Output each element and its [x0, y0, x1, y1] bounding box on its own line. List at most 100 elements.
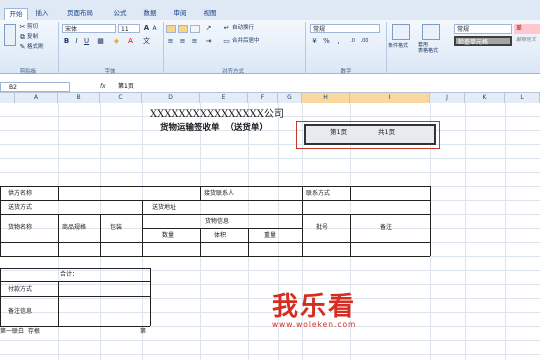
select-all-corner[interactable] [0, 93, 15, 103]
tab-page-layout[interactable]: 页面布局 [60, 8, 100, 19]
font-name-select[interactable]: 宋体 [62, 24, 116, 33]
page-number: 第1页 [330, 128, 348, 136]
label-delivery-method: 送货方式 [8, 204, 33, 211]
bold-button[interactable]: B [62, 37, 71, 46]
selected-page-cell[interactable] [304, 124, 436, 145]
increase-decimal-icon[interactable]: .0 [348, 37, 357, 46]
tab-review[interactable]: 审阅 [168, 8, 192, 19]
gridline [465, 103, 466, 360]
column-header-l[interactable]: L [505, 93, 540, 103]
form-border [430, 186, 431, 256]
align-middle-icon[interactable] [178, 25, 188, 33]
tab-home[interactable]: 开始 [4, 8, 28, 20]
label-goods-info: 货物信息 [205, 218, 230, 225]
conditional-format-button[interactable]: 条件格式 [388, 42, 408, 50]
align-left-icon[interactable]: ≡ [166, 37, 175, 46]
border-icon[interactable]: ▦ [96, 37, 105, 46]
form-border [200, 228, 201, 256]
form-border [350, 214, 351, 256]
shrink-font-button[interactable]: A [150, 24, 159, 33]
tab-data[interactable]: 数据 [138, 8, 162, 19]
form-border [0, 242, 430, 243]
column-header-k[interactable]: K [465, 93, 505, 103]
wrap-text-button[interactable]: 自动换行 [232, 24, 254, 32]
paste-icon[interactable] [4, 24, 16, 46]
format-as-table-button[interactable]: 套用 表格格式 [418, 42, 448, 54]
column-header-d[interactable]: D [142, 93, 200, 103]
phonetic-button[interactable]: 文 [142, 37, 151, 46]
font-color-icon[interactable]: A [126, 37, 135, 46]
align-center-icon[interactable]: ≡ [178, 37, 187, 46]
watermark-logo: 我乐看 [272, 292, 357, 322]
merge-icon[interactable]: ▭ [222, 37, 231, 46]
document-title: 货物运输签收单 （送货单） [160, 123, 268, 133]
wrap-text-icon[interactable]: ↵ [222, 24, 231, 33]
format-painter-button[interactable]: 格式刷 [27, 43, 44, 51]
label-delivery-address: 送货地址 [152, 204, 177, 211]
label-total: 合计： [60, 271, 79, 278]
number-format-select[interactable]: 常规 [310, 24, 380, 33]
style-explanatory[interactable]: 解释性文 [514, 36, 540, 46]
company-name: XXXXXXXXXXXXXXXX公司 [150, 109, 284, 120]
label-spec: 商品规格 [62, 224, 87, 231]
label-volume: 体积 [214, 232, 227, 239]
style-normal[interactable]: 常规 [454, 24, 512, 34]
group-label-font: 字体 [104, 69, 116, 75]
copy-button[interactable]: 复制 [27, 33, 38, 41]
column-header-f[interactable]: F [248, 93, 278, 103]
fill-color-icon[interactable]: ◈ [112, 37, 121, 46]
form-border [0, 281, 150, 282]
column-header-b[interactable]: B [58, 93, 100, 103]
conditional-format-icon[interactable] [392, 24, 410, 40]
italic-button[interactable]: I [72, 37, 81, 46]
formula-input[interactable]: 第1页 [118, 82, 134, 92]
ribbon-separator [58, 22, 59, 74]
form-border [0, 296, 150, 297]
align-top-icon[interactable] [166, 25, 176, 33]
label-contact: 接货联系人 [204, 190, 235, 197]
form-border [302, 186, 303, 256]
format-painter-icon[interactable]: ✎ [18, 43, 27, 52]
column-header-e[interactable]: E [200, 93, 248, 103]
decrease-decimal-icon[interactable]: .00 [360, 37, 369, 46]
format-as-table-icon[interactable] [422, 24, 440, 40]
column-header-h[interactable]: H [302, 93, 350, 103]
align-bottom-icon[interactable] [190, 25, 200, 33]
label-goods-name: 货物名称 [8, 224, 33, 231]
currency-icon[interactable]: ¥ [310, 37, 319, 46]
orientation-icon[interactable]: ↗ [204, 24, 213, 33]
column-header-j[interactable]: J [430, 93, 465, 103]
label-batch: 批号 [316, 224, 329, 231]
column-header-g[interactable]: G [278, 93, 302, 103]
column-header-c[interactable]: C [100, 93, 142, 103]
font-size-select[interactable]: 11 [118, 24, 140, 33]
form-border [0, 200, 430, 201]
tab-insert[interactable]: 插入 [30, 8, 54, 19]
align-right-icon[interactable]: ≡ [190, 37, 199, 46]
label-quantity: 数量 [162, 232, 175, 239]
form-border [100, 214, 101, 256]
percent-button[interactable]: % [322, 37, 331, 46]
label-footer-copy: 第一联白 存根 [0, 328, 40, 335]
form-border [350, 186, 351, 200]
formula-bar: B2 fx 第1页 [0, 82, 540, 93]
tab-view[interactable]: 视图 [198, 8, 222, 19]
underline-button[interactable]: U [82, 37, 91, 46]
column-header-i[interactable]: I [350, 93, 430, 103]
comma-button[interactable]: , [334, 37, 343, 46]
cut-icon[interactable]: ✂ [18, 23, 27, 32]
form-border [0, 268, 1, 326]
label-footer-right: 第 [140, 328, 147, 335]
fx-icon[interactable]: fx [100, 82, 106, 92]
column-header-a[interactable]: A [15, 93, 58, 103]
name-box[interactable]: B2 [0, 82, 70, 92]
ribbon-tab-bar: 开始 插入 页面布局 公式 数据 审阅 视图 [0, 6, 540, 21]
cut-button[interactable]: 剪切 [27, 23, 38, 31]
indent-icon[interactable]: ⇥ [204, 37, 213, 46]
style-bad[interactable]: 差 [514, 24, 540, 34]
tab-formulas[interactable]: 公式 [108, 8, 132, 19]
style-check-cell[interactable]: 检查单元格 [454, 36, 512, 46]
label-remark-info: 备注信息 [8, 308, 33, 315]
merge-center-button[interactable]: 合并后居中 [232, 37, 260, 45]
copy-icon[interactable]: ⧉ [18, 33, 27, 42]
